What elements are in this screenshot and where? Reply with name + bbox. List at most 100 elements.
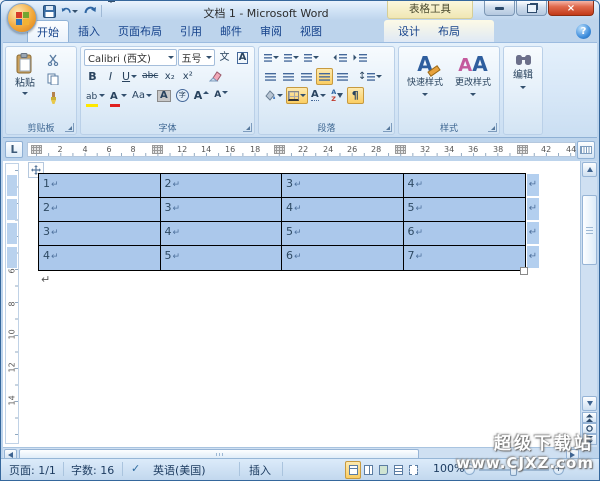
- horizontal-ruler[interactable]: 2 4 6 8 12 14 16 18 22 24 26 28 32 34 36…: [27, 142, 576, 157]
- draft-view-button[interactable]: [405, 461, 421, 479]
- multilevel-list-button[interactable]: [302, 49, 321, 66]
- tab-references[interactable]: 引用: [171, 20, 211, 42]
- font-size-combo[interactable]: 五号: [177, 49, 215, 66]
- undo-button[interactable]: [61, 4, 78, 19]
- change-case-button[interactable]: Aa: [130, 87, 154, 104]
- page-indicator[interactable]: 页面: 1/1: [9, 462, 56, 478]
- word-table[interactable]: 1↵ 2↵ 3↵ 4↵ 2↵ 3↵ 4↵ 5↵ 3↵ 4↵ 5↵ 6↵ 4↵ 5…: [38, 173, 526, 271]
- table-column-marker[interactable]: [31, 145, 42, 154]
- table-cell[interactable]: 2↵: [39, 198, 161, 222]
- table-column-marker[interactable]: [395, 145, 406, 154]
- office-button[interactable]: [7, 3, 37, 33]
- line-spacing-button[interactable]: ↕: [356, 68, 384, 85]
- restore-button[interactable]: [516, 1, 547, 16]
- font-color-button[interactable]: A: [108, 87, 129, 107]
- zoom-out-button[interactable]: −: [464, 464, 475, 475]
- editing-dropdown-arrow-icon[interactable]: [520, 86, 526, 89]
- table-cell[interactable]: 5↵: [282, 222, 404, 246]
- subscript-button[interactable]: x₂: [161, 68, 178, 85]
- table-cell[interactable]: 5↵: [403, 198, 525, 222]
- show-hide-marks-button[interactable]: ¶: [346, 87, 364, 104]
- table-column-marker[interactable]: [274, 145, 285, 154]
- table-cell[interactable]: 4↵: [39, 246, 161, 270]
- help-button[interactable]: ?: [576, 24, 591, 39]
- document-area[interactable]: 6 8 10 12 14 1↵ 2↵ 3↵ 4↵ 2↵ 3↵ 4↵ 5↵ 3↵ …: [3, 161, 580, 447]
- font-dialog-launcher[interactable]: [243, 123, 252, 132]
- tab-view[interactable]: 视图: [291, 20, 331, 42]
- shading-button[interactable]: [262, 87, 285, 104]
- bold-button[interactable]: B: [84, 68, 101, 85]
- table-cell[interactable]: 6↵: [403, 222, 525, 246]
- redo-button[interactable]: [81, 4, 98, 19]
- print-layout-view-button[interactable]: [345, 461, 361, 479]
- table-row-marker[interactable]: [7, 223, 17, 244]
- spell-check-icon[interactable]: ✓: [131, 462, 140, 475]
- vertical-ruler[interactable]: 6 8 10 12 14: [5, 163, 19, 444]
- tab-table-layout[interactable]: 布局: [429, 20, 469, 42]
- shrink-font-button[interactable]: A: [212, 87, 230, 104]
- select-browse-object-button[interactable]: [582, 423, 597, 434]
- tab-insert[interactable]: 插入: [69, 20, 109, 42]
- cut-button[interactable]: [44, 51, 61, 68]
- table-cell[interactable]: 4↵: [282, 198, 404, 222]
- paste-button[interactable]: 粘贴: [9, 49, 41, 117]
- paragraph-dialog-launcher[interactable]: [383, 123, 392, 132]
- language-indicator[interactable]: 英语(美国): [153, 462, 206, 478]
- table-cell[interactable]: 4↵: [403, 174, 525, 198]
- insert-mode-indicator[interactable]: 插入: [249, 462, 271, 478]
- decrease-indent-button[interactable]: [330, 49, 349, 66]
- customize-qat-button[interactable]: [105, 1, 117, 22]
- table-cell[interactable]: 3↵: [160, 198, 282, 222]
- tab-mailings[interactable]: 邮件: [211, 20, 251, 42]
- table-cell[interactable]: 1↵: [39, 174, 161, 198]
- table-cell[interactable]: 3↵: [39, 222, 161, 246]
- enclose-characters-button[interactable]: 字: [174, 87, 191, 104]
- tab-page-layout[interactable]: 页面布局: [109, 20, 171, 42]
- undo-dropdown-arrow-icon[interactable]: [72, 9, 78, 13]
- change-styles-button[interactable]: AA 更改样式: [450, 49, 496, 115]
- previous-page-button[interactable]: [582, 412, 597, 423]
- strikethrough-button[interactable]: abc: [140, 68, 160, 85]
- web-layout-view-button[interactable]: [375, 461, 391, 479]
- close-button[interactable]: ×: [548, 1, 594, 16]
- bullets-button[interactable]: [262, 49, 281, 66]
- underline-button[interactable]: U: [120, 68, 139, 85]
- word-count[interactable]: 字数: 16: [71, 462, 114, 478]
- superscript-button[interactable]: x²: [179, 68, 196, 85]
- table-row-marker[interactable]: [7, 199, 17, 220]
- justify-button[interactable]: [316, 68, 333, 85]
- table-column-marker[interactable]: [517, 145, 528, 154]
- borders-button[interactable]: [286, 87, 308, 104]
- grow-font-button[interactable]: A: [192, 87, 212, 104]
- table-cell[interactable]: 6↵: [282, 246, 404, 270]
- table-cell[interactable]: 2↵: [160, 174, 282, 198]
- zoom-in-button[interactable]: +: [553, 464, 564, 475]
- phonetic-guide-button[interactable]: 文: [216, 49, 233, 66]
- minimize-button[interactable]: [484, 1, 515, 16]
- table-column-marker[interactable]: [152, 145, 163, 154]
- save-button[interactable]: [41, 4, 58, 19]
- align-right-button[interactable]: [298, 68, 315, 85]
- asian-layout-button[interactable]: A: [309, 87, 328, 104]
- vertical-scroll-thumb[interactable]: [582, 195, 597, 265]
- font-name-combo[interactable]: Calibri (西文): [84, 49, 177, 66]
- table-cell[interactable]: 4↵: [160, 222, 282, 246]
- next-page-button[interactable]: [582, 434, 597, 445]
- quick-styles-button[interactable]: A 快速样式: [402, 49, 448, 115]
- table-resize-handle[interactable]: [520, 267, 528, 275]
- scroll-up-button[interactable]: [582, 162, 597, 177]
- outline-view-button[interactable]: [390, 461, 406, 479]
- sort-button[interactable]: AZ: [329, 87, 346, 104]
- table-cell[interactable]: 5↵: [160, 246, 282, 270]
- text-highlight-button[interactable]: ab: [84, 87, 107, 107]
- tab-stop-selector[interactable]: L: [5, 141, 23, 158]
- table-cell[interactable]: 7↵: [403, 246, 525, 270]
- clipboard-dialog-launcher[interactable]: [65, 123, 74, 132]
- tab-table-design[interactable]: 设计: [389, 20, 429, 42]
- tab-review[interactable]: 审阅: [251, 20, 291, 42]
- full-screen-reading-view-button[interactable]: [360, 461, 376, 479]
- copy-button[interactable]: [44, 70, 61, 87]
- align-center-button[interactable]: [280, 68, 297, 85]
- character-border-button[interactable]: A: [234, 49, 251, 66]
- distributed-button[interactable]: [334, 68, 351, 85]
